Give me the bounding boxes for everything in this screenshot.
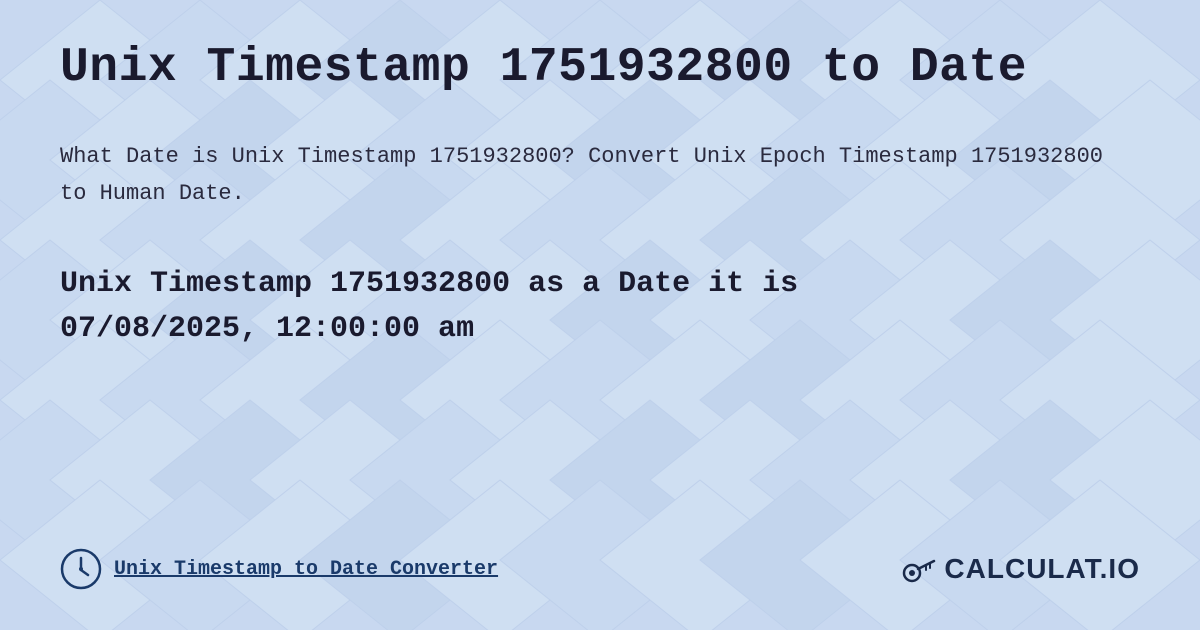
logo-label: CALCULAT.IO (944, 553, 1140, 585)
site-logo: CALCULAT.IO (902, 551, 1140, 587)
page-description: What Date is Unix Timestamp 1751932800? … (60, 138, 1140, 213)
result-section: Unix Timestamp 1751932800 as a Date it i… (60, 262, 1140, 352)
footer: Unix Timestamp to Date Converter CALCULA… (60, 538, 1140, 590)
footer-left: Unix Timestamp to Date Converter (60, 548, 498, 590)
result-line2: 07/08/2025, 12:00:00 am (60, 312, 474, 346)
calculator-icon (902, 551, 938, 587)
footer-link-text[interactable]: Unix Timestamp to Date Converter (114, 558, 498, 581)
result-text: Unix Timestamp 1751932800 as a Date it i… (60, 262, 1140, 352)
result-line1: Unix Timestamp 1751932800 as a Date it i… (60, 267, 798, 301)
clock-icon (60, 548, 102, 590)
page-title: Unix Timestamp 1751932800 to Date (60, 40, 1140, 98)
